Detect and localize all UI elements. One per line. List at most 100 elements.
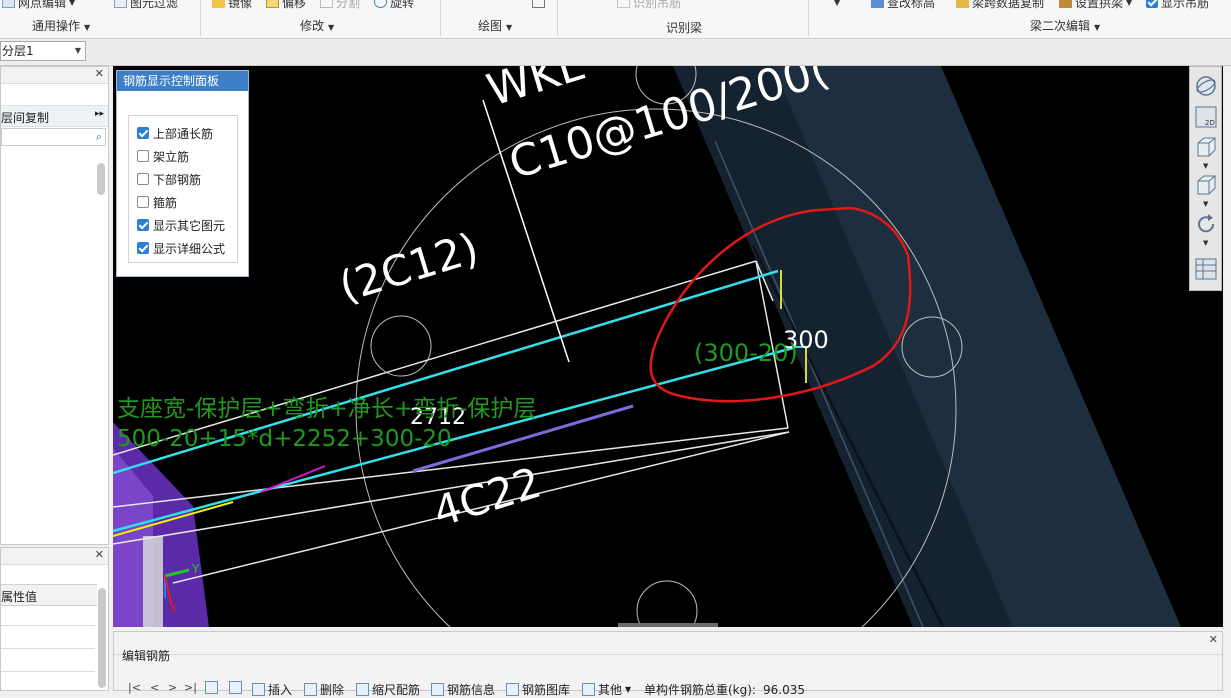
next-record-button[interactable]: > <box>168 681 177 694</box>
support-face <box>143 536 163 627</box>
rebar-library-button[interactable]: 钢筋图库 <box>506 681 570 698</box>
group-modify[interactable]: 修改 ▼ <box>300 17 334 34</box>
floor-toolbar: 分层1 ▼ <box>0 39 1231 66</box>
chevron-down-icon: ▼ <box>74 46 81 55</box>
rebar-info-button[interactable]: 钢筋信息 <box>431 681 495 698</box>
grip-circle <box>370 315 432 377</box>
box-view-icon[interactable] <box>1194 135 1218 159</box>
scrollbar-thumb[interactable] <box>97 163 105 195</box>
view-toolbar: 2D ▼ ▼ ▼ <box>1189 66 1222 291</box>
show-hanging-checkbox[interactable]: 显示吊筋 <box>1146 0 1209 10</box>
insert-button[interactable]: 插入 <box>252 681 292 698</box>
double-chevron-icon: ▸▸ <box>94 109 104 119</box>
floor-select[interactable]: 分层1 ▼ <box>0 41 86 61</box>
option-erection-bar[interactable]: 架立筋 <box>137 148 189 164</box>
copy-icon <box>956 0 969 8</box>
chevron-down-icon[interactable]: ▼ <box>1203 239 1208 247</box>
grid-edit-button[interactable]: 网点编辑 ▼ <box>2 0 76 10</box>
split-button[interactable]: 分割 <box>320 0 360 10</box>
panel-title: 钢筋显示控制面板 <box>117 71 248 91</box>
scale-icon <box>356 683 369 696</box>
group-general[interactable]: 通用操作 ▼ <box>32 17 90 34</box>
svg-text:2D: 2D <box>1205 119 1215 127</box>
chevron-down-icon[interactable]: ▼ <box>1203 162 1208 170</box>
mirror-button[interactable]: 镜像 <box>212 0 252 10</box>
scrollbar-thumb[interactable] <box>98 588 106 688</box>
edit-rebar-panel: ✕ 编辑钢筋 |< < > >| 插入 删除 缩尺配筋 钢筋信息 钢筋图库 其他… <box>113 631 1223 697</box>
option-group: 上部通长筋 架立筋 下部钢筋 箍筋 显示其它图元 显示详细公式 <box>128 115 238 263</box>
property-table-header: 属性值 <box>1 584 97 606</box>
group-draw[interactable]: 绘图 ▼ <box>478 17 512 34</box>
chevron-down-icon[interactable]: ▼ <box>1203 200 1208 208</box>
close-icon[interactable]: ✕ <box>95 67 104 80</box>
rotate-view-icon[interactable] <box>1194 212 1218 236</box>
set-haunch-button[interactable]: 设置拱梁 ▼ <box>1059 0 1132 10</box>
haunch-icon <box>1059 0 1072 8</box>
scale-rebar-button[interactable]: 缩尺配筋 <box>356 681 420 698</box>
group-identify-beam: 识别梁 <box>666 21 703 35</box>
ribbon-toolbar: 网点编辑 ▼ 图元过滤 镜像 偏移 分割 旋转 识别吊筋 ▼ 查改标高 梁跨数据复… <box>0 0 1231 39</box>
other-menu-button[interactable]: 其他 ▼ <box>582 681 631 698</box>
panel-divider <box>114 654 1222 655</box>
elevation-icon <box>871 0 884 8</box>
viewport-resize-grip[interactable] <box>618 623 718 627</box>
formula-values: 500-20+15*d+2252+300-20 <box>117 426 452 452</box>
option-top-continuous[interactable]: 上部通长筋 <box>137 125 213 141</box>
checkbox-icon <box>137 219 149 231</box>
option-detail-formula[interactable]: 显示详细公式 <box>137 240 225 256</box>
close-icon[interactable]: ✕ <box>1209 633 1218 646</box>
panel-header: ✕ <box>1 67 108 84</box>
checkbox-icon <box>1146 0 1158 8</box>
globe-icon[interactable] <box>1194 74 1218 98</box>
move-up-icon <box>205 681 218 694</box>
table-row-divider <box>1 671 95 672</box>
element-filter-button[interactable]: 图元过滤 <box>114 0 178 10</box>
grid-edit-icon <box>2 0 15 8</box>
chevron-down-icon: ▼ <box>625 685 632 694</box>
rotate-icon <box>374 0 387 8</box>
view-elevation-button[interactable]: 查改标高 <box>871 0 935 10</box>
span-copy-button[interactable]: 梁跨数据复制 <box>956 0 1044 10</box>
pointer-button[interactable] <box>532 0 545 9</box>
chevron-down-icon: ▼ <box>69 0 76 7</box>
left-panel-top: ✕ 层间复制 ▸▸ ⌕ <box>0 66 109 545</box>
total-weight-readout: 单构件钢筋总重(kg): 96.035 <box>644 682 805 698</box>
chevron-down-icon: ▼ <box>328 23 335 32</box>
checkbox-icon <box>137 196 149 208</box>
layer-grid-icon[interactable] <box>1194 257 1218 281</box>
split-icon <box>320 0 333 8</box>
dimension-formula-label: (300-20) <box>694 339 798 367</box>
axis-y-label: Y <box>191 562 200 576</box>
search-icon: ⌕ <box>95 130 102 143</box>
chevron-down-icon: ▼ <box>84 23 91 32</box>
axis-x-label: X <box>169 601 177 615</box>
move-up-button[interactable] <box>205 681 218 694</box>
option-other-elements[interactable]: 显示其它图元 <box>137 217 225 233</box>
pointer-icon <box>532 0 545 8</box>
offset-button[interactable]: 偏移 <box>266 0 306 10</box>
formula-text: 支座宽-保护层+弯折+净长+弯折-保护层 <box>117 396 536 422</box>
first-record-button[interactable]: |< <box>128 681 141 694</box>
2d-view-icon[interactable]: 2D <box>1194 105 1218 129</box>
group-beam-secondary[interactable]: 梁二次编辑 ▼ <box>1030 17 1100 34</box>
floor-copy-item[interactable]: 层间复制 ▸▸ <box>1 105 108 127</box>
drawing-canvas: WKL C10@100/200( (2C12) 4C22 300 (300-20… <box>113 66 1181 627</box>
search-input[interactable]: ⌕ <box>1 128 106 146</box>
drawing-viewport[interactable]: WKL C10@100/200( (2C12) 4C22 300 (300-20… <box>113 66 1223 627</box>
prev-record-button[interactable]: < <box>150 681 159 694</box>
close-icon[interactable]: ✕ <box>95 548 104 561</box>
delete-button[interactable]: 删除 <box>304 681 344 698</box>
identify-hanging-button[interactable]: 识别吊筋 <box>617 0 681 10</box>
move-down-button[interactable] <box>229 681 242 694</box>
beam-name-label: WKL <box>481 66 589 117</box>
insert-icon <box>252 683 265 696</box>
more-dropdown[interactable]: ▼ <box>834 0 840 9</box>
left-panel-properties: ✕ 属性值 <box>0 547 109 691</box>
last-record-button[interactable]: >| <box>184 681 197 694</box>
offset-icon <box>266 0 279 8</box>
move-down-icon <box>229 681 242 694</box>
rotate-button[interactable]: 旋转 <box>374 0 414 10</box>
option-stirrup[interactable]: 箍筋 <box>137 194 177 210</box>
option-bottom-bar[interactable]: 下部钢筋 <box>137 171 201 187</box>
cube-icon[interactable] <box>1194 173 1218 197</box>
